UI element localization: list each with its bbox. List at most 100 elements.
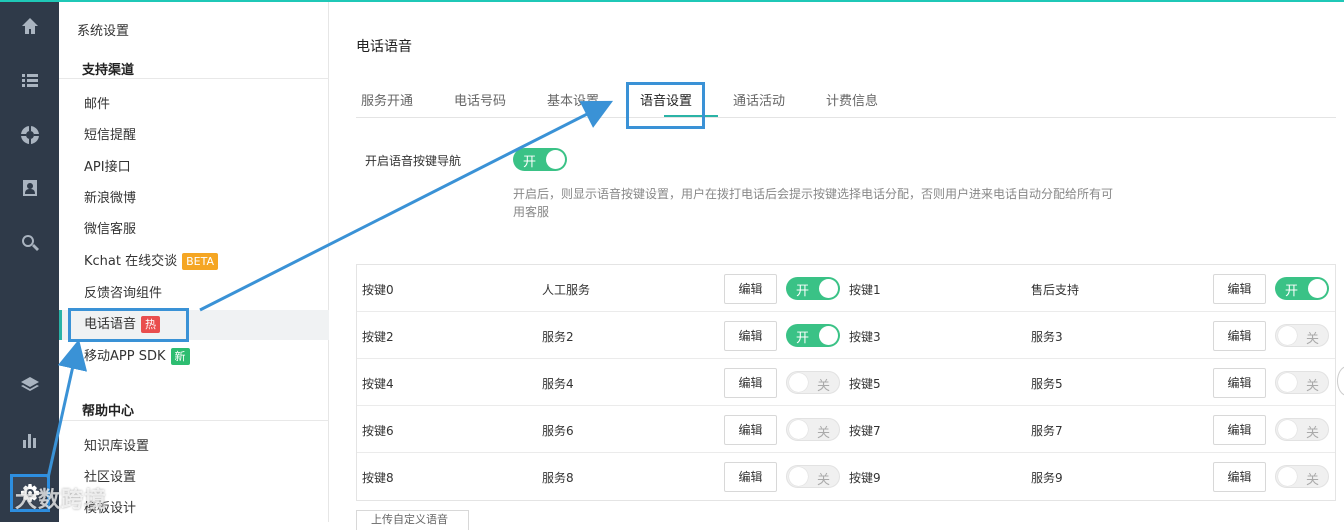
key-toggle[interactable]: 开 (786, 324, 840, 347)
layers-icon[interactable] (0, 365, 59, 405)
key-navigation-description: 开启后，则显示语音按键设置，用户在拨打电话后会提示按键选择电话分配，否则用户进来… (513, 187, 1114, 219)
edit-button[interactable]: 编辑 (1213, 462, 1266, 492)
tab-service-activation[interactable]: 服务开通 (361, 90, 413, 109)
table-row: 按键0 人工服务 编辑 开 按键1 售后支持 编辑 开 (357, 265, 1335, 312)
sidebar-item-label: 新浪微博 (84, 191, 137, 206)
support-icon[interactable] (0, 115, 59, 155)
key-label: 按键7 (849, 424, 881, 438)
sidebar-item-label: API接口 (84, 160, 131, 175)
sidebar-item-kchat[interactable]: Kchat 在线交谈 BETA (59, 247, 329, 277)
toggle-text: 关 (1305, 426, 1319, 441)
key-toggle[interactable]: 关 (1275, 324, 1329, 347)
key-label: 按键9 (849, 471, 881, 485)
tab-basic-settings[interactable]: 基本设置 (547, 90, 599, 109)
key-toggle[interactable]: 关 (1275, 371, 1329, 394)
group-help-center: 帮助中心 (82, 404, 135, 419)
key-toggle[interactable]: 关 (1275, 465, 1329, 488)
edit-button[interactable]: 编辑 (724, 368, 777, 398)
key-toggle[interactable]: 关 (786, 371, 840, 394)
toggle-text: 关 (1305, 379, 1319, 394)
top-accent-line (0, 0, 1344, 2)
service-name: 服务6 (542, 424, 574, 438)
key-navigation-toggle[interactable]: 开 (513, 148, 567, 171)
edit-button[interactable]: 编辑 (724, 415, 777, 445)
home-icon[interactable] (0, 6, 59, 46)
sidebar-title: 系统设置 (77, 24, 130, 39)
toggle-text: 关 (816, 473, 830, 488)
toggle-text: 开 (796, 331, 810, 346)
edit-button[interactable]: 编辑 (1213, 368, 1266, 398)
edit-button[interactable]: 编辑 (724, 321, 777, 351)
watermark: 大数跨境 (15, 488, 108, 513)
table-row: 按键2 服务2 编辑 开 按键3 服务3 编辑 关 (357, 312, 1335, 359)
service-name: 服务3 (1031, 330, 1063, 344)
service-name: 服务7 (1031, 424, 1063, 438)
toggle-knob (1278, 373, 1297, 392)
divider (59, 420, 329, 421)
key-toggle[interactable]: 关 (786, 418, 840, 441)
edit-button[interactable]: 编辑 (1213, 415, 1266, 445)
toggle-knob (789, 467, 808, 486)
key-label: 按键0 (362, 283, 394, 297)
service-name: 人工服务 (542, 283, 591, 297)
sidebar-item-email[interactable]: 邮件 (59, 90, 329, 120)
tab-bar: 服务开通 电话号码 基本设置 语音设置 通话活动 计费信息 (356, 82, 1336, 118)
toggle-knob (546, 150, 565, 169)
sidebar-item-label: 短信提醒 (84, 128, 137, 143)
key-label: 按键4 (362, 377, 394, 391)
sidebar-item-wechat[interactable]: 微信客服 (59, 215, 329, 245)
key-toggle[interactable]: 关 (786, 465, 840, 488)
key-toggle[interactable]: 开 (1275, 277, 1329, 300)
service-name: 售后支持 (1031, 283, 1080, 297)
sidebar-item-label: 移动APP SDK (84, 349, 166, 364)
sidebar-item-knowledge-base[interactable]: 知识库设置 (59, 432, 329, 462)
settings-sidebar: 系统设置 支持渠道 邮件 短信提醒 API接口 新浪微博 微信客服 Kchat … (59, 0, 329, 522)
key-toggle[interactable]: 开 (786, 277, 840, 300)
tab-phone-number[interactable]: 电话号码 (454, 90, 506, 109)
icon-rail (0, 0, 59, 522)
edit-button[interactable]: 编辑 (1213, 274, 1266, 304)
sidebar-item-label: 邮件 (84, 97, 111, 112)
edit-button[interactable]: 编辑 (724, 462, 777, 492)
main-content: 电话语音 服务开通 电话号码 基本设置 语音设置 通话活动 计费信息 开启语音按… (329, 2, 1344, 530)
key-label: 按键6 (362, 424, 394, 438)
toggle-text: 开 (1285, 284, 1299, 299)
service-name: 服务8 (542, 471, 574, 485)
sidebar-item-sms[interactable]: 短信提醒 (59, 121, 329, 151)
bar-chart-icon[interactable] (0, 420, 59, 460)
page-title: 电话语音 (356, 39, 412, 55)
new-badge: 新 (170, 348, 190, 365)
table-row: 按键8 服务8 编辑 关 按键9 服务9 编辑 关 (357, 453, 1335, 500)
highlight-box (626, 82, 705, 129)
toggle-text: 关 (816, 426, 830, 441)
toggle-knob (789, 373, 808, 392)
toggle-text: 开 (523, 155, 537, 170)
toggle-knob (789, 420, 808, 439)
service-name: 服务4 (542, 377, 574, 391)
search-icon[interactable] (0, 223, 59, 263)
toggle-text: 关 (816, 379, 830, 394)
service-name: 服务2 (542, 330, 574, 344)
tab-call-activity[interactable]: 通话活动 (733, 90, 785, 109)
sidebar-item-feedback-widget[interactable]: 反馈咨询组件 (59, 279, 329, 309)
edit-button[interactable]: 编辑 (1213, 321, 1266, 351)
key-label: 按键8 (362, 471, 394, 485)
toggle-knob (819, 326, 838, 345)
list-icon[interactable] (0, 60, 59, 100)
sidebar-item-label: Kchat 在线交谈 (84, 254, 178, 269)
key-toggle[interactable]: 关 (1275, 418, 1329, 441)
toggle-knob (1278, 467, 1297, 486)
tab-billing[interactable]: 计费信息 (826, 90, 878, 109)
upload-custom-voice-button[interactable]: 上传自定义语音 (356, 510, 469, 530)
sidebar-item-mobile-sdk[interactable]: 移动APP SDK 新 (59, 342, 329, 372)
toggle-knob (1308, 279, 1327, 298)
contact-icon[interactable] (0, 168, 59, 208)
service-name: 服务9 (1031, 471, 1063, 485)
sidebar-item-weibo[interactable]: 新浪微博 (59, 184, 329, 214)
group-support-channels: 支持渠道 (82, 63, 135, 78)
sidebar-item-api[interactable]: API接口 (59, 153, 329, 183)
toggle-text: 关 (1305, 473, 1319, 488)
key-label: 按键3 (849, 330, 881, 344)
key-settings-table: 按键0 人工服务 编辑开按键1 售后支持 编辑开按键2 服务2 编辑开按键3 服务3 编辑关按键… (356, 264, 1336, 501)
edit-button[interactable]: 编辑 (724, 274, 777, 304)
